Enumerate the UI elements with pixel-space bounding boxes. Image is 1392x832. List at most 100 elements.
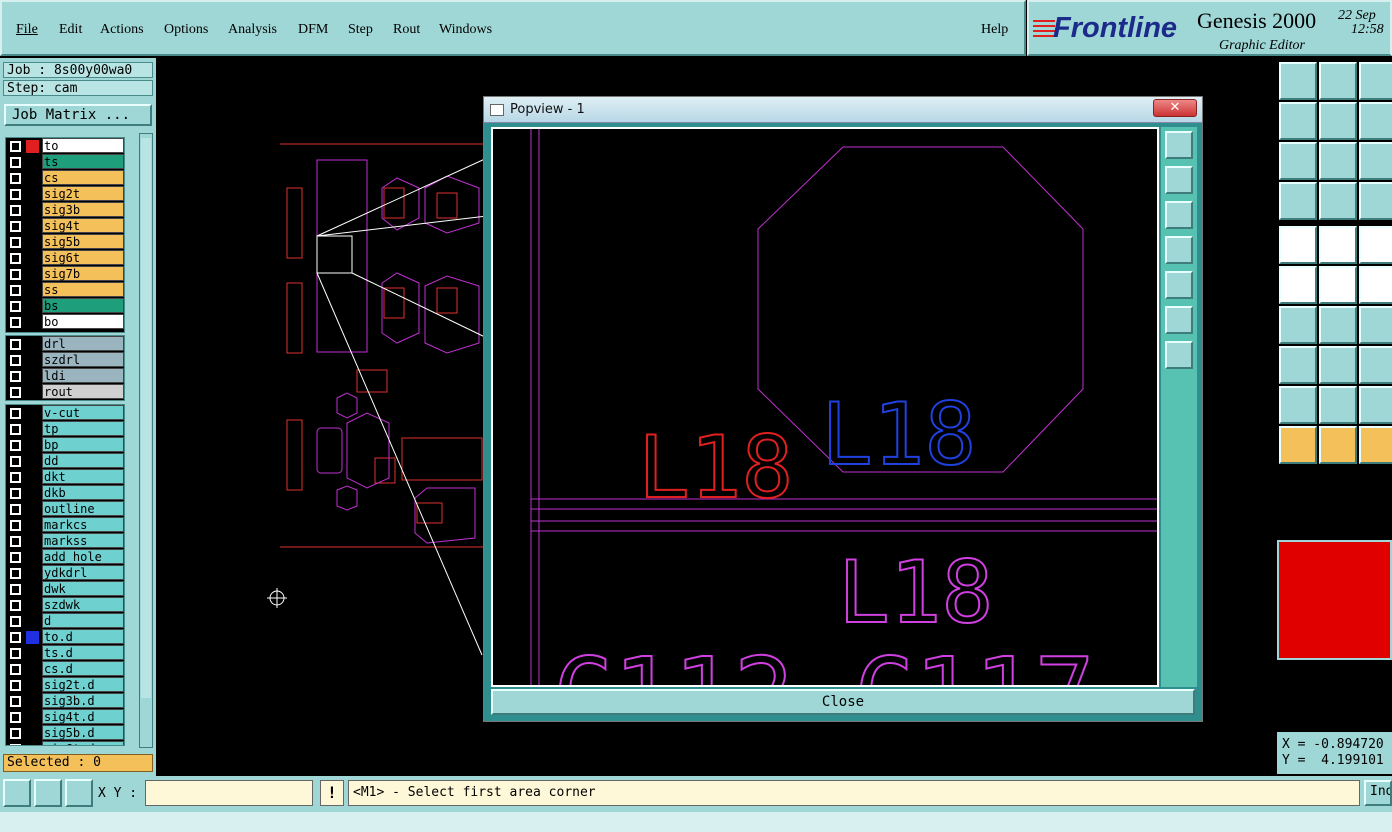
layer-row[interactable]: sig3b.d — [6, 693, 124, 709]
layer-name[interactable]: sig4t — [42, 218, 124, 233]
layer-row[interactable]: markss — [6, 533, 124, 549]
layer-checkbox[interactable] — [10, 440, 21, 451]
job-matrix-button[interactable]: Job Matrix ... — [4, 104, 152, 126]
layer-name[interactable]: sig6t.d — [42, 741, 124, 745]
ruler-icon[interactable] — [1359, 226, 1392, 264]
layer-checkbox[interactable] — [10, 632, 21, 643]
layer-row[interactable]: bo — [6, 314, 124, 330]
layer-row[interactable]: ts — [6, 154, 124, 170]
layer-row[interactable]: szdrl — [6, 352, 124, 368]
layer-checkbox[interactable] — [10, 355, 21, 366]
layer-checkbox[interactable] — [10, 317, 21, 328]
layer-name[interactable]: bs — [42, 298, 124, 313]
layer-row[interactable]: sig7b — [6, 266, 124, 282]
layer-row[interactable]: ts.d — [6, 645, 124, 661]
measure-icon[interactable] — [1359, 346, 1392, 384]
layer-checkbox[interactable] — [10, 173, 21, 184]
rotate-icon[interactable] — [1359, 306, 1392, 344]
menu-dfm[interactable]: DFM — [298, 22, 328, 38]
layer-name[interactable]: to — [42, 138, 124, 153]
draw-line-icon[interactable] — [1319, 306, 1357, 344]
layer-row[interactable]: bp — [6, 437, 124, 453]
pointer-alt-icon[interactable] — [1359, 426, 1392, 464]
arc-icon[interactable] — [1319, 386, 1357, 424]
layer-row[interactable]: sig4t — [6, 218, 124, 234]
zoom-fit-icon[interactable] — [1165, 131, 1193, 159]
layer-row[interactable]: sig6t.d — [6, 741, 124, 745]
layer-row[interactable]: sig2t.d — [6, 677, 124, 693]
layer-row[interactable]: dkb — [6, 485, 124, 501]
layer-checkbox[interactable] — [10, 504, 21, 515]
layer-checkbox[interactable] — [10, 157, 21, 168]
layer-checkbox[interactable] — [10, 568, 21, 579]
layer-checkbox[interactable] — [10, 664, 21, 675]
layer-row[interactable]: sig5b — [6, 234, 124, 250]
layer-row[interactable]: cs — [6, 170, 124, 186]
pan-right-icon[interactable] — [1165, 271, 1193, 299]
layer-checkbox[interactable] — [10, 189, 21, 200]
popview-canvas[interactable]: L18 L18 L18 C112 C117 C1 — [491, 127, 1159, 687]
layer-name[interactable]: ydkdrl — [42, 565, 124, 580]
layer-checkbox[interactable] — [10, 696, 21, 707]
layer-row[interactable]: drl — [6, 336, 124, 352]
open-icon[interactable] — [1279, 62, 1317, 100]
layer-checkbox[interactable] — [10, 712, 21, 723]
zoom-down-icon[interactable] — [1165, 201, 1193, 229]
layer-row[interactable]: dwk — [6, 581, 124, 597]
layer-name[interactable]: dkb — [42, 485, 124, 500]
layer-name[interactable]: dd — [42, 453, 124, 468]
line-icon[interactable] — [1319, 226, 1357, 264]
layer-row[interactable]: rout — [6, 384, 124, 400]
layer-checkbox[interactable] — [10, 456, 21, 467]
layer-checkbox[interactable] — [10, 221, 21, 232]
layer-checkbox[interactable] — [10, 269, 21, 280]
net-icon[interactable] — [1359, 182, 1392, 220]
select-point-icon[interactable] — [1279, 226, 1317, 264]
layer-row[interactable]: sig6t — [6, 250, 124, 266]
layer-checkbox[interactable] — [10, 600, 21, 611]
pan-left-icon[interactable] — [1165, 236, 1193, 264]
delete-icon[interactable] — [1319, 266, 1357, 304]
menu-actions[interactable]: Actions — [100, 22, 144, 38]
layer-name[interactable]: sig5b.d — [42, 725, 124, 740]
layer-name[interactable]: to.d — [42, 629, 124, 644]
layer-checkbox[interactable] — [10, 205, 21, 216]
layer-row[interactable]: sig5b.d — [6, 725, 124, 741]
layer-checkbox[interactable] — [10, 339, 21, 350]
zoom-center-icon[interactable] — [1165, 341, 1193, 369]
zoom-extent-icon[interactable] — [1165, 306, 1193, 334]
layer-checkbox[interactable] — [10, 371, 21, 382]
layer-checkbox[interactable] — [10, 285, 21, 296]
layer-row[interactable]: to.d — [6, 629, 124, 645]
layer-checkbox[interactable] — [10, 616, 21, 627]
close-button[interactable]: Close — [491, 689, 1195, 715]
pad-icon[interactable] — [1279, 346, 1317, 384]
menu-file[interactable]: File — [16, 22, 38, 38]
layer-name[interactable]: add_hole — [42, 549, 124, 564]
draw-red-icon[interactable] — [1279, 306, 1317, 344]
layer-row[interactable]: sig4t.d — [6, 709, 124, 725]
layer-row[interactable]: dkt — [6, 469, 124, 485]
layer-name[interactable]: sig3b — [42, 202, 124, 217]
layer-row[interactable]: ss — [6, 282, 124, 298]
xy-input[interactable] — [145, 780, 313, 806]
pointer-box-icon[interactable] — [1319, 426, 1357, 464]
layer-name[interactable]: dwk — [42, 581, 124, 596]
layer-row[interactable]: add_hole — [6, 549, 124, 565]
layer-checkbox[interactable] — [10, 472, 21, 483]
scale-1-2-icon[interactable] — [1359, 142, 1392, 180]
layer-name[interactable]: sig4t.d — [42, 709, 124, 724]
nodes-icon[interactable] — [1279, 266, 1317, 304]
layer-checkbox[interactable] — [10, 387, 21, 398]
layer-name[interactable]: rout — [42, 384, 124, 399]
triangle-icon[interactable] — [1279, 386, 1317, 424]
layer-row[interactable]: ldi — [6, 368, 124, 384]
layer-row[interactable]: to — [6, 138, 124, 154]
pan-left-icon[interactable] — [1279, 102, 1317, 140]
layer-checkbox[interactable] — [10, 536, 21, 547]
layer-name[interactable]: markcs — [42, 517, 124, 532]
angle-icon[interactable] — [34, 779, 62, 807]
layer-row[interactable]: markcs — [6, 517, 124, 533]
layer-checkbox[interactable] — [10, 237, 21, 248]
layer-name[interactable]: d — [42, 613, 124, 628]
